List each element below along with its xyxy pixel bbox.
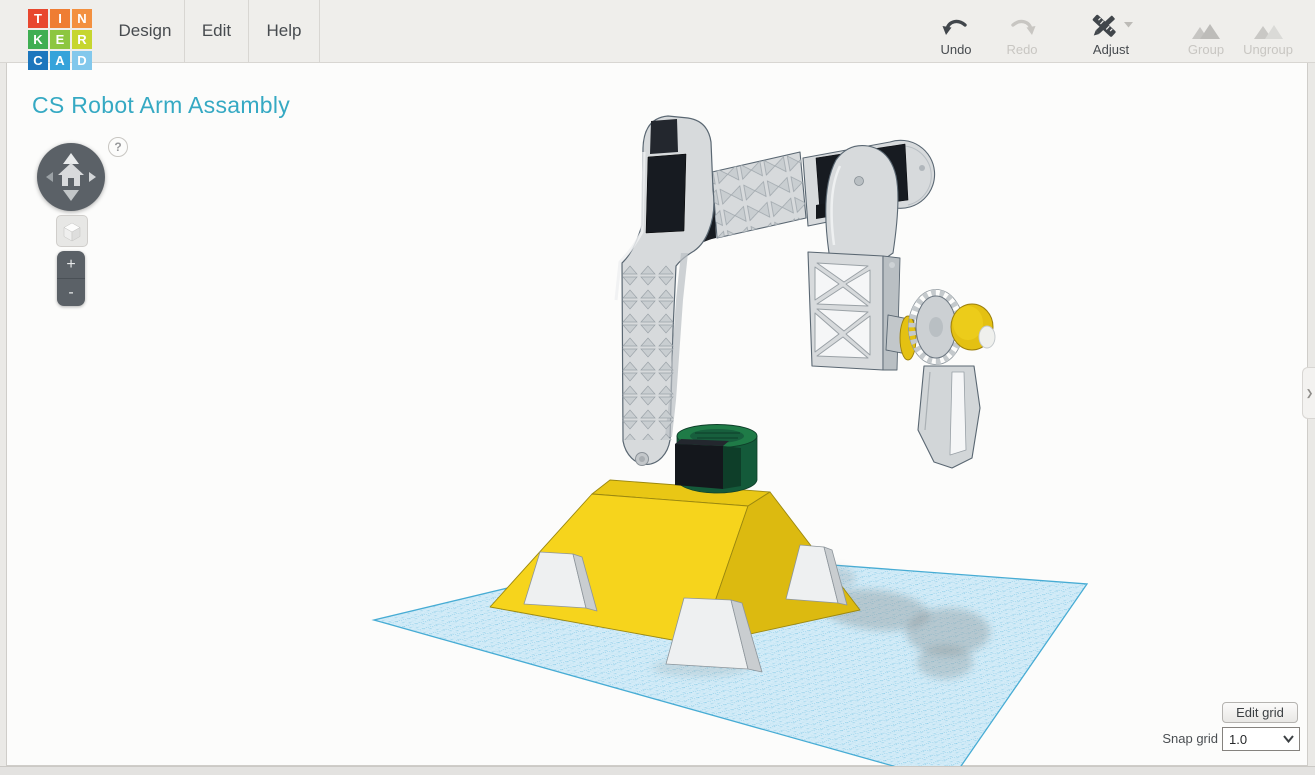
menu-edit[interactable]: Edit xyxy=(185,0,249,62)
adjust-icon xyxy=(1083,10,1139,40)
redo-icon xyxy=(994,10,1050,40)
view-navigation-wheel[interactable] xyxy=(37,143,105,211)
zoom-out-button[interactable]: - xyxy=(57,279,85,306)
design-title[interactable]: CS Robot Arm Assambly xyxy=(32,92,290,119)
logo-tile: T xyxy=(28,9,48,28)
base-rotator[interactable] xyxy=(675,424,758,494)
vertical-arm[interactable] xyxy=(614,115,715,466)
hub-back xyxy=(899,315,917,361)
ungroup-icon xyxy=(1236,10,1300,40)
swing-link[interactable] xyxy=(825,145,899,259)
link-pin xyxy=(854,176,864,186)
snap-grid-value: 1.0 xyxy=(1229,731,1248,747)
help-button[interactable]: ? xyxy=(108,137,128,157)
logo-tile: K xyxy=(28,30,48,49)
logo-tile: I xyxy=(50,9,70,28)
hub-cap xyxy=(978,325,996,349)
undo-button[interactable]: Undo xyxy=(928,10,984,57)
menu-bar: Design Edit Help xyxy=(105,0,320,62)
rotate-right-arrow[interactable] xyxy=(89,172,96,182)
menu-help[interactable]: Help xyxy=(249,0,320,62)
side-panel-toggle[interactable]: ❯ xyxy=(1302,367,1315,419)
zoom-controls: + - xyxy=(57,251,85,306)
pivot-hole-inner xyxy=(639,456,645,462)
view-cube-button[interactable] xyxy=(56,215,88,247)
rotate-down-arrow[interactable] xyxy=(63,190,79,201)
logo-tile: A xyxy=(50,51,70,70)
adjust-dropdown-caret xyxy=(1124,22,1133,28)
logo-tile: D xyxy=(72,51,92,70)
logo-tile: R xyxy=(72,30,92,49)
group-button[interactable]: Group xyxy=(1176,10,1236,57)
undo-icon xyxy=(928,10,984,40)
arm-lattice xyxy=(621,264,674,440)
rotate-up-arrow[interactable] xyxy=(63,153,79,164)
home-view-button[interactable] xyxy=(58,163,84,186)
chevron-down-icon xyxy=(1283,735,1294,743)
gripper[interactable] xyxy=(917,365,981,469)
logo-tile: N xyxy=(72,9,92,28)
lattice-panel[interactable] xyxy=(807,251,901,371)
cube-icon xyxy=(63,222,81,242)
logo-tile: C xyxy=(28,51,48,70)
edit-grid-button[interactable]: Edit grid xyxy=(1222,702,1298,723)
rotate-left-arrow[interactable] xyxy=(46,172,53,182)
tinkercad-logo[interactable]: T I N K E R C A D xyxy=(28,9,92,70)
cap-pin xyxy=(919,165,925,171)
wrist-assembly[interactable] xyxy=(885,289,996,469)
ungroup-button[interactable]: Ungroup xyxy=(1236,10,1300,57)
snap-grid-select[interactable]: 1.0 xyxy=(1222,727,1300,751)
snap-grid-label: Snap grid xyxy=(1162,731,1218,746)
panel-pin-top xyxy=(889,262,895,268)
menu-design[interactable]: Design xyxy=(105,0,185,62)
logo-tile: E xyxy=(50,30,70,49)
redo-button[interactable]: Redo xyxy=(994,10,1050,57)
adjust-button[interactable]: Adjust xyxy=(1083,10,1139,57)
group-icon xyxy=(1176,10,1236,40)
zoom-in-button[interactable]: + xyxy=(57,251,85,279)
wrist-hub[interactable] xyxy=(950,303,996,351)
